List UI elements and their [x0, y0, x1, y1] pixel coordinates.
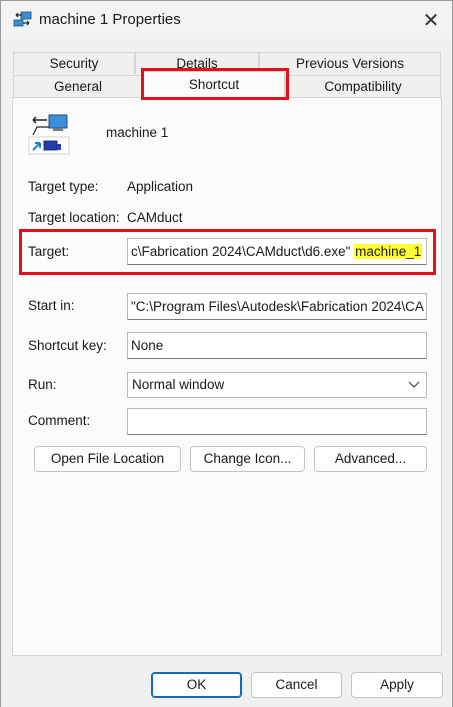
run-dropdown-value: Normal window	[132, 377, 225, 392]
start-in-label: Start in:	[28, 298, 75, 313]
properties-dialog: machine 1 Properties ✕ Security Details …	[0, 0, 453, 707]
target-input-highlighted-text: machine_1	[354, 244, 423, 259]
shortcut-file-icon	[28, 114, 70, 155]
shortcut-name: machine 1	[106, 125, 169, 140]
comment-label: Comment:	[28, 413, 91, 428]
target-input-text: c\Fabrication 2024\CAMduct\d6.exe"	[131, 244, 355, 259]
ok-button[interactable]: OK	[151, 672, 242, 698]
cancel-button-label: Cancel	[275, 677, 318, 692]
tab-shortcut-label: Shortcut	[188, 77, 240, 92]
tab-previous-versions[interactable]: Previous Versions	[259, 52, 441, 74]
tab-details-label: Details	[176, 56, 218, 71]
title-bar: machine 1 Properties ✕	[1, 1, 452, 39]
run-dropdown[interactable]: Normal window	[127, 372, 427, 398]
tab-previous-versions-label: Previous Versions	[295, 56, 405, 71]
start-in-input-text: "C:\Program Files\Autodesk\Fabrication 2…	[131, 299, 424, 314]
open-file-location-button-label: Open File Location	[50, 451, 165, 466]
window-title: machine 1 Properties	[39, 11, 181, 28]
shortcut-key-input-text: None	[131, 338, 164, 353]
tab-security-label: Security	[49, 56, 99, 71]
close-icon: ✕	[422, 9, 440, 32]
advanced-button[interactable]: Advanced...	[314, 446, 427, 472]
tab-compatibility-label: Compatibility	[324, 79, 402, 94]
open-file-location-button[interactable]: Open File Location	[34, 446, 181, 472]
target-type-value: Application	[127, 179, 194, 194]
start-in-input[interactable]: "C:\Program Files\Autodesk\Fabrication 2…	[127, 293, 427, 320]
close-button[interactable]: ✕	[411, 5, 451, 35]
change-icon-button[interactable]: Change Icon...	[190, 446, 305, 472]
target-location-value: CAMduct	[127, 210, 183, 225]
shortcut-key-label: Shortcut key:	[28, 338, 107, 353]
network-shortcut-icon	[13, 11, 32, 27]
tab-general[interactable]: General	[13, 75, 143, 97]
apply-button-label: Apply	[380, 677, 414, 692]
tab-shortcut[interactable]: Shortcut	[143, 71, 285, 97]
change-icon-button-label: Change Icon...	[203, 451, 292, 466]
comment-input[interactable]	[127, 408, 427, 435]
tab-security[interactable]: Security	[13, 52, 135, 74]
target-label: Target:	[28, 244, 70, 259]
shortcut-key-input[interactable]: None	[127, 332, 427, 359]
tab-compatibility[interactable]: Compatibility	[285, 75, 441, 97]
cancel-button[interactable]: Cancel	[251, 672, 342, 698]
target-type-label: Target type:	[28, 179, 99, 194]
chevron-down-icon	[408, 373, 420, 405]
target-input[interactable]: c\Fabrication 2024\CAMduct\d6.exe" machi…	[127, 238, 427, 265]
ok-button-label: OK	[186, 677, 207, 692]
tab-general-label: General	[53, 79, 103, 94]
run-label: Run:	[28, 377, 57, 392]
target-location-label: Target location:	[28, 210, 120, 225]
apply-button[interactable]: Apply	[351, 672, 443, 698]
advanced-button-label: Advanced...	[334, 451, 407, 466]
